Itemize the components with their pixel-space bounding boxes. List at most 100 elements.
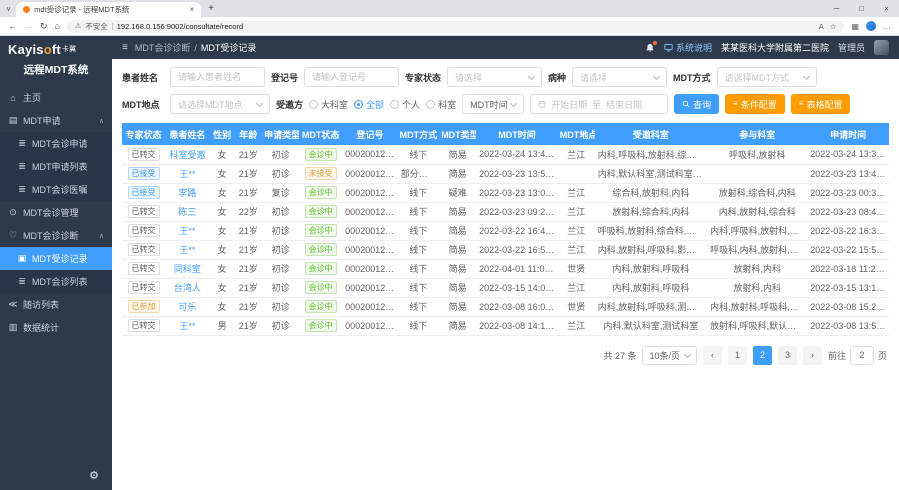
invited-depts-cell: 内科,呼吸科,放射科,综合科 [595,145,707,164]
sidebar-item-mdt-record[interactable]: ▣ MDT受诊记录 [0,247,112,270]
mdt-time-select[interactable]: MDT时间 [462,94,524,114]
expert-status-select[interactable]: 请选择 [447,67,542,87]
table-row[interactable]: 已接受 李路 女 21岁 复诊 会诊中 0002001256 线下 疑难 202… [122,183,889,202]
breadcrumb-parent[interactable]: MDT会诊诊断 [135,41,191,54]
translate-icon[interactable]: A [819,22,824,31]
notification-bell-icon[interactable] [645,43,655,53]
apply-time-cell: 2022-03-18 11:28:25 [807,259,889,278]
sidebar-item-mdt-apply-list[interactable]: ≣ MDT申请列表 [0,155,112,178]
register-no-cell: 0002001256 [342,202,397,221]
patient-name-link[interactable]: 李路 [178,188,196,198]
patient-name-link[interactable]: 台湾人 [174,283,201,293]
mdt-location-select[interactable]: 请选择MDT地点 [170,94,270,114]
mdt-mode-cell: 线下 [398,145,440,164]
tab-close-icon[interactable]: × [189,5,194,14]
table-row[interactable]: 已转交 王** 男 21岁 初诊 会诊中 0002001256 线下 简易 20… [122,316,889,335]
mdt-mode-cell: 线下 [398,259,440,278]
invited-depts-cell: 内科,放射科,呼吸科 [595,278,707,297]
table-row[interactable]: 已转交 王** 女 21岁 初诊 会诊中 0002001256 线下 简易 20… [122,221,889,240]
mdt-type-cell: 简易 [439,164,476,183]
invitee-radio[interactable]: 个人 [390,98,420,111]
sidebar-item-follow-up-list[interactable]: ≪ 随访列表 [0,293,112,316]
forward-icon[interactable]: → [24,21,33,31]
mdt-time-cell: 2022-03-23 13:50:00 [476,164,558,183]
table-row[interactable]: 已接受 王** 女 21岁 初诊 未接受 0002001256 部分线上 简易 … [122,164,889,183]
page-button[interactable]: 2 [753,346,772,365]
patient-name-link[interactable]: 王** [179,226,195,236]
pagination: 共 27 条 10条/页 ‹ 1 2 3 › 前往 [122,336,889,375]
patient-name-link[interactable]: 陈三 [178,207,196,217]
mdt-mode-select[interactable]: 请选择MDT方式 [717,67,817,87]
close-button[interactable]: × [874,0,899,17]
mdt-type-cell: 简易 [439,259,476,278]
refresh-icon[interactable]: ↻ [40,21,48,32]
sidebar-item-mdt-consult-manage[interactable]: ⊙ MDT会诊管理 [0,201,112,224]
sidebar-item-mdt-apply[interactable]: ▤ MDT申请 ∧ [0,109,112,132]
table-row[interactable]: 已转交 科室受邀 女 21岁 初诊 会诊中 0002001256 线下 简易 2… [122,145,889,164]
sidebar-item-mdt-diagnosis[interactable]: ♡ MDT会诊诊断 ∧ [0,224,112,247]
mdt-location-cell: 兰江 [558,240,595,259]
next-page-button[interactable]: › [803,346,822,365]
new-tab-button[interactable]: + [208,3,214,14]
sidebar-item-home[interactable]: ⌂ 主页 [0,86,112,109]
back-icon[interactable]: ← [8,21,17,31]
table-row[interactable]: 已参加 可乐 女 21岁 初诊 会诊中 0002001256 线下 简易 202… [122,297,889,316]
disease-select[interactable]: 请选择 [572,67,667,87]
collections-icon[interactable]: ▦ [851,22,859,31]
tab-actions-menu-icon[interactable]: ∨ [6,5,11,13]
settings-gear-icon[interactable]: ⚙ [89,469,99,482]
register-no-input[interactable] [304,67,399,87]
expert-status-cell: 已接受 [122,183,165,202]
patient-name-input[interactable] [170,67,265,87]
expert-status-badge: 已接受 [128,167,160,180]
not-secure-label[interactable]: 不安全 [85,21,108,32]
table-row[interactable]: 已转交 台湾人 女 21岁 初诊 会诊中 0002001256 线下 简易 20… [122,278,889,297]
browser-menu-icon[interactable]: … [883,22,891,31]
browser-tab[interactable]: mdt受诊记录 - 远程MDT系统 × [16,2,201,17]
mdt-status-badge: 会诊中 [305,186,337,199]
sidebar-item-mdt-consult-apply[interactable]: ≣ MDT会诊申请 [0,132,112,155]
sidebar-item-statistics[interactable]: ▥ 数据统计 [0,316,112,339]
system-help-link[interactable]: 系统说明 [664,41,712,54]
patient-name-link[interactable]: 可乐 [178,302,196,312]
maximize-button[interactable]: □ [849,0,874,17]
apply-type-cell: 初诊 [262,297,299,316]
sidebar-item-mdt-consult-order[interactable]: ≣ MDT会诊医嘱 [0,178,112,201]
condition-config-button[interactable]: ≡ 条件配置 [725,94,785,114]
table-row[interactable]: 已转交 陈三 女 22岁 初诊 会诊中 0002001256 线下 简易 202… [122,202,889,221]
page-size-select[interactable]: 10条/页 [642,346,697,365]
share-icon: ≪ [8,299,18,310]
sidebar-item-mdt-consult-list[interactable]: ≣ MDT会诊列表 [0,270,112,293]
patient-name-link[interactable]: 王** [179,321,195,331]
chevron-down-icon [256,99,263,106]
user-avatar[interactable] [874,40,889,55]
minimize-button[interactable]: ─ [824,0,849,17]
mdt-mode-cell: 线下 [398,297,440,316]
goto-page-input[interactable] [850,346,874,365]
browser-home-icon[interactable]: ⌂ [55,21,60,31]
breadcrumb-current: MDT受诊记录 [201,41,257,54]
menu-item-label: 数据统计 [23,321,59,334]
search-button[interactable]: 查询 [674,94,719,114]
invitee-radio[interactable]: 全部 [354,98,384,111]
favorite-star-icon[interactable]: ☆ [830,22,837,31]
browser-profile-avatar[interactable] [866,21,876,31]
mdt-status-badge: 会诊中 [305,319,337,332]
patient-name-link[interactable]: 王** [179,245,195,255]
invitee-radio[interactable]: 大科室 [309,98,348,111]
apply-type-cell: 初诊 [262,164,299,183]
prev-page-button[interactable]: ‹ [703,346,722,365]
table-row[interactable]: 已转交 同科室 女 21岁 初诊 会诊中 0002001256 线下 简易 20… [122,259,889,278]
invitee-radio[interactable]: 科室 [426,98,456,111]
patient-name-link[interactable]: 同科室 [174,264,201,274]
page-button[interactable]: 1 [728,346,747,365]
patient-name-link[interactable]: 科室受邀 [169,150,205,160]
column-header: 申请时间 [807,123,889,145]
patient-name-link[interactable]: 王** [179,169,195,179]
page-button[interactable]: 3 [778,346,797,365]
table-row[interactable]: 已转交 王** 女 21岁 初诊 会诊中 0002001256 线下 简易 20… [122,240,889,259]
table-config-button[interactable]: ≡ 表格配置 [791,94,851,114]
date-range-picker[interactable]: 开始日期 至 结束日期 [530,94,668,114]
address-bar[interactable]: ⚠ 不安全 192.168.0.156:9002/consultate/reco… [67,20,844,33]
sidebar-toggle-icon[interactable]: ≡ [122,42,128,53]
